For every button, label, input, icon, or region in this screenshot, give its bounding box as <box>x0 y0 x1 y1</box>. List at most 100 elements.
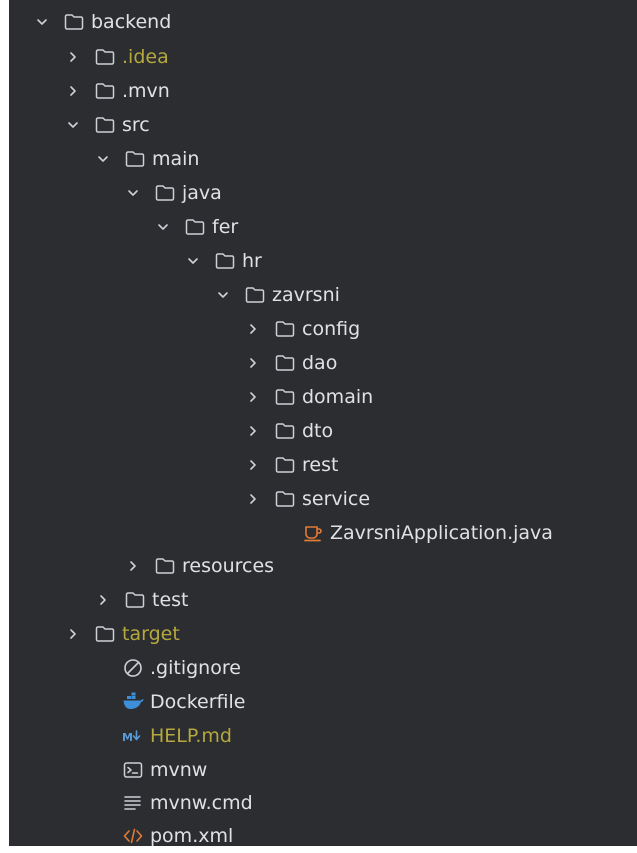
chevron-down-icon[interactable] <box>156 220 170 234</box>
tree-node-label: src <box>122 114 150 136</box>
tree-node-mvn[interactable]: .mvn <box>66 74 170 108</box>
tree-node-test[interactable]: test <box>96 583 189 617</box>
tree-node-src[interactable]: src <box>66 108 150 142</box>
tree-node-label: mvnw <box>150 759 208 781</box>
folder-icon <box>94 624 116 644</box>
tree-node-label: domain <box>302 386 374 408</box>
tree-node-target[interactable]: target <box>66 617 180 651</box>
chevron-placeholder <box>94 661 108 675</box>
chevron-placeholder <box>94 763 108 777</box>
folder-icon <box>274 353 296 373</box>
tree-node-label: java <box>182 182 222 204</box>
folder-icon <box>124 149 146 169</box>
tree-node-label: dao <box>302 352 338 374</box>
chevron-right-icon[interactable] <box>246 356 260 370</box>
tree-node-label: config <box>302 318 361 340</box>
chevron-right-icon[interactable] <box>66 50 80 64</box>
tree-node-java[interactable]: java <box>126 176 222 210</box>
tree-node-dockerfile[interactable]: Dockerfile <box>94 685 245 719</box>
tree-node-config[interactable]: config <box>246 312 360 346</box>
tree-node-label: pom.xml <box>150 825 234 847</box>
tree-node-pom-xml[interactable]: pom.xml <box>94 819 233 853</box>
folder-icon <box>214 251 236 271</box>
folder-icon <box>94 81 116 101</box>
folder-icon <box>244 285 266 305</box>
chevron-placeholder <box>94 829 108 843</box>
chevron-down-icon[interactable] <box>35 15 49 29</box>
chevron-right-icon[interactable] <box>66 84 80 98</box>
tree-node-label: .idea <box>122 46 169 68</box>
folder-icon <box>274 455 296 475</box>
tree-node-label: .mvn <box>122 80 170 102</box>
tree-node-service[interactable]: service <box>246 482 370 516</box>
folder-icon <box>154 183 176 203</box>
folder-icon <box>274 421 296 441</box>
chevron-down-icon[interactable] <box>216 288 230 302</box>
folder-icon <box>274 489 296 509</box>
tree-node-gitignore[interactable]: .gitignore <box>94 651 241 685</box>
chevron-right-icon[interactable] <box>126 559 140 573</box>
chevron-down-icon[interactable] <box>96 152 110 166</box>
chevron-right-icon[interactable] <box>246 322 260 336</box>
tree-node-zavrsni[interactable]: zavrsni <box>216 278 340 312</box>
tree-node-label: service <box>302 488 371 510</box>
chevron-right-icon[interactable] <box>246 390 260 404</box>
markdown-icon: M <box>122 726 144 746</box>
tree-node-label: main <box>152 148 200 170</box>
folder-icon <box>274 387 296 407</box>
tree-node-label: backend <box>91 11 172 33</box>
chevron-placeholder <box>94 729 108 743</box>
tree-node-rest[interactable]: rest <box>246 448 338 482</box>
tree-node-hr[interactable]: hr <box>186 244 262 278</box>
chevron-down-icon[interactable] <box>186 254 200 268</box>
tree-node-label: .gitignore <box>150 657 241 679</box>
chevron-right-icon[interactable] <box>66 627 80 641</box>
gitignore-icon <box>122 658 144 678</box>
folder-icon <box>94 115 116 135</box>
tree-node-mvnw-cmd[interactable]: mvnw.cmd <box>94 786 253 820</box>
folder-icon <box>124 590 146 610</box>
folder-icon <box>63 12 85 32</box>
folder-icon <box>154 556 176 576</box>
java-class-icon <box>302 523 324 543</box>
tree-node-label: resources <box>182 555 275 577</box>
tree-node-backend[interactable]: backend <box>35 5 171 39</box>
tree-node-main[interactable]: main <box>96 142 199 176</box>
tree-node-label: target <box>122 623 180 645</box>
chevron-down-icon[interactable] <box>66 118 80 132</box>
tree-node-mvnw[interactable]: mvnw <box>94 753 207 787</box>
tree-node-label: HELP.md <box>150 725 232 747</box>
tree-node-zavrsniapplication[interactable]: ZavrsniApplication.java <box>274 516 553 550</box>
chevron-right-icon[interactable] <box>96 593 110 607</box>
chevron-down-icon[interactable] <box>126 186 140 200</box>
tree-node-label: ZavrsniApplication.java <box>330 522 553 544</box>
tree-node-idea[interactable]: .idea <box>66 40 169 74</box>
chevron-placeholder <box>94 695 108 709</box>
tree-node-fer[interactable]: fer <box>156 210 238 244</box>
tree-node-label: test <box>152 589 189 611</box>
chevron-placeholder <box>94 796 108 810</box>
text-file-icon <box>122 793 144 813</box>
chevron-placeholder <box>274 526 288 540</box>
chevron-right-icon[interactable] <box>246 458 260 472</box>
folder-icon <box>274 319 296 339</box>
tree-node-label: zavrsni <box>272 284 340 306</box>
tree-node-label: dto <box>302 420 334 442</box>
chevron-right-icon[interactable] <box>246 424 260 438</box>
tree-node-label: rest <box>302 454 339 476</box>
tree-node-dto[interactable]: dto <box>246 414 333 448</box>
tree-node-label: Dockerfile <box>150 691 246 713</box>
tree-node-label: mvnw.cmd <box>150 792 253 814</box>
tree-node-domain[interactable]: domain <box>246 380 373 414</box>
tree-node-dao[interactable]: dao <box>246 346 337 380</box>
tree-node-label: hr <box>242 250 262 272</box>
svg-text:M: M <box>122 731 133 744</box>
docker-icon <box>122 692 144 712</box>
xml-icon <box>122 826 144 846</box>
tree-node-resources[interactable]: resources <box>126 549 274 583</box>
tree-node-label: fer <box>212 216 239 238</box>
tree-node-help-md[interactable]: M HELP.md <box>94 719 232 753</box>
folder-icon <box>184 217 206 237</box>
folder-icon <box>94 47 116 67</box>
chevron-right-icon[interactable] <box>246 492 260 506</box>
